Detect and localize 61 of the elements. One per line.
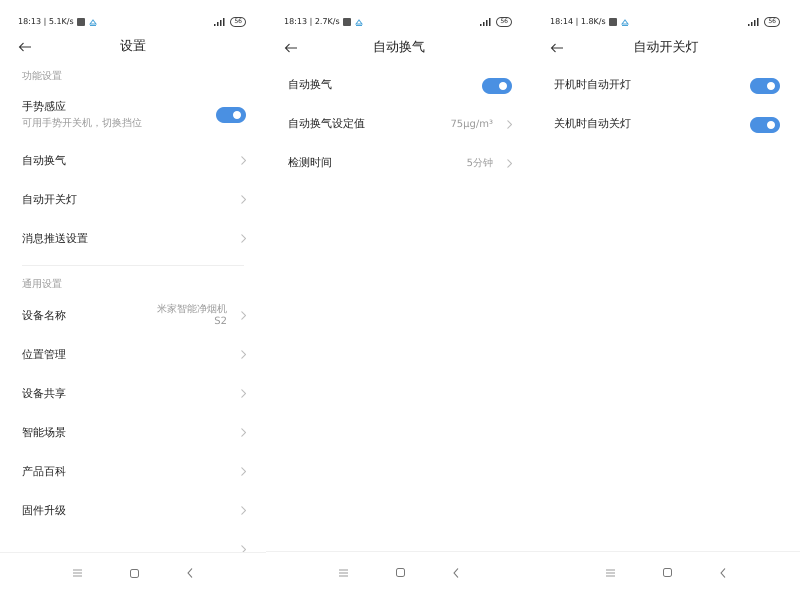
- menu-icon[interactable]: [339, 568, 348, 576]
- toggle-switch[interactable]: [750, 116, 780, 132]
- setting-description: 可用手势开关机，切换挡位: [22, 116, 143, 131]
- setting-value: 75μg/m³: [450, 118, 493, 130]
- notification-icon: [76, 18, 85, 26]
- section-heading: 功能设置: [21, 70, 63, 84]
- back-arrow-icon[interactable]: [550, 43, 564, 53]
- home-icon[interactable]: [663, 568, 672, 577]
- setting-value: 米家智能净烟机 S2: [156, 304, 227, 328]
- menu-icon[interactable]: [73, 569, 82, 578]
- setting-label: 自动开关灯: [22, 192, 78, 208]
- chevron-right-icon[interactable]: [241, 389, 246, 398]
- toggle-switch[interactable]: [216, 106, 246, 123]
- signal-icon: [480, 18, 492, 26]
- notification-icon: [608, 18, 617, 26]
- back-icon[interactable]: [187, 568, 193, 578]
- chevron-right-icon[interactable]: [241, 506, 246, 516]
- chevron-right-icon[interactable]: [241, 350, 246, 360]
- chevron-right-icon[interactable]: [241, 311, 246, 320]
- setting-value: 5分钟: [466, 158, 493, 170]
- setting-label: 手势感应: [22, 99, 67, 116]
- chevron-right-icon[interactable]: [241, 156, 246, 166]
- page-title: 设置: [120, 38, 146, 56]
- setting-label: 智能场景: [22, 424, 67, 441]
- setting-label: 关机时自动关灯: [554, 116, 632, 132]
- back-icon[interactable]: [720, 568, 726, 578]
- toggle-switch[interactable]: [482, 78, 512, 94]
- chevron-right-icon[interactable]: [241, 545, 246, 552]
- setting-label: 位置管理: [22, 346, 67, 363]
- back-arrow-icon[interactable]: [284, 43, 298, 53]
- page-title: 自动开关灯: [634, 39, 698, 58]
- notification-icon: [342, 18, 351, 26]
- status-text: 18:13 | 5.1K/s: [18, 16, 74, 28]
- chevron-right-icon[interactable]: [241, 234, 246, 244]
- chevron-right-icon[interactable]: [241, 467, 246, 476]
- signal-icon: [748, 18, 760, 26]
- setting-label: 固件升级: [22, 502, 67, 519]
- home-icon[interactable]: [396, 568, 405, 577]
- status-text: 18:14 | 1.8K/s: [550, 16, 606, 28]
- page-title: 自动换气: [373, 39, 425, 58]
- home-icon[interactable]: [130, 568, 139, 578]
- setting-label: 自动换气设定值: [288, 116, 366, 132]
- setting-label: 自动换气: [22, 152, 67, 169]
- section-heading: 通用设置: [21, 278, 63, 292]
- back-arrow-icon[interactable]: [18, 42, 32, 52]
- status-text: 18:13 | 2.7K/s: [284, 16, 340, 28]
- menu-icon[interactable]: [606, 568, 615, 576]
- setting-label: 检测时间: [288, 155, 333, 172]
- back-icon[interactable]: [453, 568, 459, 578]
- setting-label: 自动换气: [288, 77, 333, 94]
- setting-label: 设备名称: [22, 308, 67, 324]
- signal-icon: [214, 18, 226, 26]
- chevron-right-icon[interactable]: [241, 195, 246, 204]
- toggle-switch[interactable]: [750, 78, 780, 94]
- setting-label: 设备共享: [22, 386, 67, 402]
- chevron-right-icon[interactable]: [241, 428, 246, 438]
- setting-label: 产品百科: [22, 464, 67, 480]
- setting-label: 开机时自动开灯: [554, 77, 632, 94]
- chevron-right-icon[interactable]: [507, 120, 512, 129]
- chevron-right-icon[interactable]: [507, 159, 512, 168]
- setting-label: 消息推送设置: [22, 230, 89, 247]
